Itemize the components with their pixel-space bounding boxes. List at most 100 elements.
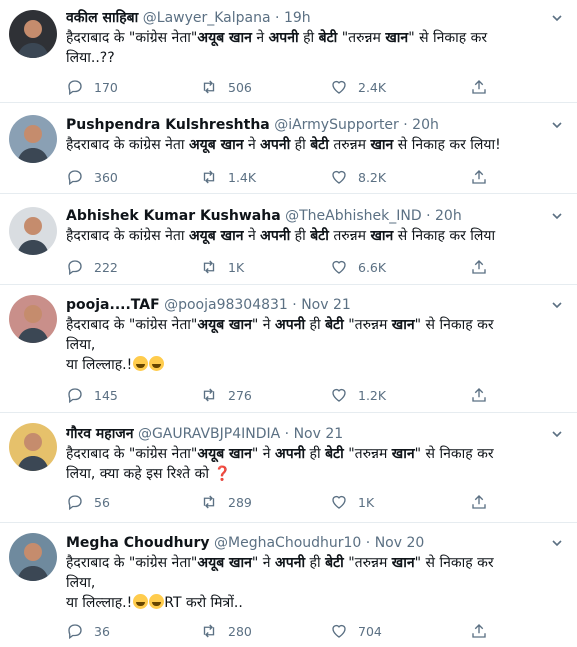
chevron-down-icon[interactable] bbox=[551, 299, 563, 311]
avatar[interactable] bbox=[9, 10, 57, 58]
timestamp[interactable]: 19h bbox=[284, 10, 311, 26]
bold-text: अयूब खान bbox=[197, 446, 252, 462]
chevron-down-icon[interactable] bbox=[551, 119, 563, 131]
separator-dot: · bbox=[284, 426, 290, 442]
bold-text: अपनी bbox=[275, 317, 306, 333]
bold-text: खान bbox=[391, 317, 415, 333]
tweet[interactable]: गौरव महाजन @GAURAVBJP4INDIA · Nov 21 हैद… bbox=[0, 413, 577, 523]
tweet[interactable]: Pushpendra Kulshreshtha @iArmySupporter … bbox=[0, 103, 577, 194]
chevron-down-icon[interactable] bbox=[551, 12, 563, 24]
share-button[interactable] bbox=[470, 76, 498, 98]
retweet-button[interactable]: 276 bbox=[200, 384, 252, 406]
text-segment: ही bbox=[290, 228, 311, 244]
handle[interactable]: @iArmySupporter bbox=[274, 117, 399, 133]
like-icon bbox=[332, 624, 346, 638]
like-button[interactable]: 1K bbox=[330, 491, 374, 513]
text-segment: से निकाह कर लिया bbox=[393, 228, 496, 244]
retweet-icon bbox=[203, 624, 215, 638]
display-name[interactable]: वकील साहिबा bbox=[66, 10, 138, 26]
display-name[interactable]: Abhishek Kumar Kushwaha bbox=[66, 208, 281, 224]
reply-button[interactable]: 145 bbox=[66, 384, 118, 406]
chevron-down-icon[interactable] bbox=[551, 210, 563, 222]
tweet-text-line: हैदराबाद के कांग्रेस नेता अयूब खान ने अप… bbox=[66, 226, 565, 246]
tweet-text-line: लिया, bbox=[66, 573, 565, 593]
share-button[interactable] bbox=[470, 166, 498, 188]
text-segment: ही bbox=[298, 30, 319, 46]
separator-dot: · bbox=[426, 208, 431, 224]
text-segment: हैदराबाद के "कांग्रेस नेता" bbox=[66, 30, 198, 46]
tweet-text-line: लिया, क्या कहे इस रिश्ते को ❓ bbox=[66, 464, 565, 484]
text-segment: "तरुन्नम bbox=[343, 317, 392, 333]
bold-text: अयूब खान bbox=[197, 317, 252, 333]
retweet-button[interactable]: 1.4K bbox=[200, 166, 256, 188]
timestamp[interactable]: Nov 21 bbox=[301, 297, 351, 313]
action-bar: 360 1.4K 8.2K bbox=[66, 166, 506, 188]
text-segment: हैदराबाद के "कांग्रेस नेता" bbox=[66, 317, 198, 333]
reply-button[interactable]: 56 bbox=[66, 491, 110, 513]
retweet-button[interactable]: 280 bbox=[200, 620, 252, 642]
timestamp[interactable]: Nov 20 bbox=[375, 535, 425, 551]
timestamp[interactable]: Nov 21 bbox=[294, 426, 344, 442]
share-button[interactable] bbox=[470, 620, 498, 642]
handle[interactable]: @Lawyer_Kalpana bbox=[143, 10, 271, 26]
retweet-button[interactable]: 1K bbox=[200, 256, 244, 278]
timestamp[interactable]: 20h bbox=[412, 117, 439, 133]
chevron-down-icon[interactable] bbox=[551, 428, 563, 440]
like-button[interactable]: 2.4K bbox=[330, 76, 386, 98]
bold-text: खान bbox=[370, 137, 394, 153]
reply-count: 36 bbox=[94, 623, 110, 639]
tweet-text-line: हैदराबाद के "कांग्रेस नेता"अयूब खान" ने … bbox=[66, 553, 565, 573]
text-segment: तरुन्नम bbox=[328, 137, 371, 153]
display-name[interactable]: गौरव महाजन bbox=[66, 426, 133, 442]
share-icon bbox=[472, 495, 486, 509]
retweet-icon bbox=[203, 495, 215, 509]
retweet-button[interactable]: 289 bbox=[200, 491, 252, 513]
chevron-down-icon[interactable] bbox=[551, 537, 563, 549]
reply-button[interactable]: 36 bbox=[66, 620, 110, 642]
reply-button[interactable]: 222 bbox=[66, 256, 118, 278]
share-button[interactable] bbox=[470, 384, 498, 406]
like-button[interactable]: 6.6K bbox=[330, 256, 386, 278]
avatar[interactable] bbox=[9, 423, 57, 471]
separator-dot: · bbox=[403, 117, 408, 133]
tweet[interactable]: वकील साहिबा @Lawyer_Kalpana · 19h हैदराब… bbox=[0, 0, 577, 103]
text-segment: हैदराबाद के कांग्रेस नेता bbox=[66, 137, 189, 153]
avatar[interactable] bbox=[9, 533, 57, 581]
action-bar: 36 280 704 bbox=[66, 620, 506, 642]
share-button[interactable] bbox=[470, 256, 498, 278]
text-segment: ही bbox=[305, 446, 326, 462]
handle[interactable]: @MeghaChoudhur10 bbox=[214, 535, 361, 551]
handle[interactable]: @GAURAVBJP4INDIA bbox=[138, 426, 280, 442]
reply-button[interactable]: 170 bbox=[66, 76, 118, 98]
display-name[interactable]: Pushpendra Kulshreshtha bbox=[66, 117, 270, 133]
handle[interactable]: @pooja98304831 bbox=[164, 297, 288, 313]
timestamp[interactable]: 20h bbox=[435, 208, 462, 224]
rofl-emoji bbox=[149, 356, 165, 371]
reply-button[interactable]: 360 bbox=[66, 166, 118, 188]
like-button[interactable]: 704 bbox=[330, 620, 382, 642]
share-button[interactable] bbox=[470, 491, 498, 513]
avatar-image bbox=[9, 207, 57, 255]
tweet-text-line: हैदराबाद के कांग्रेस नेता अयूब खान ने अप… bbox=[66, 135, 565, 155]
like-icon bbox=[332, 388, 346, 402]
bold-text: अयूब खान bbox=[197, 30, 252, 46]
avatar[interactable] bbox=[9, 207, 57, 255]
avatar[interactable] bbox=[9, 295, 57, 343]
avatar[interactable] bbox=[9, 115, 57, 163]
like-button[interactable]: 8.2K bbox=[330, 166, 386, 188]
like-button[interactable]: 1.2K bbox=[330, 384, 386, 406]
share-icon bbox=[472, 260, 486, 274]
text-segment: " से निकाह कर bbox=[414, 555, 494, 571]
tweet[interactable]: Abhishek Kumar Kushwaha @TheAbhishek_IND… bbox=[0, 194, 577, 285]
display-name[interactable]: Megha Choudhury bbox=[66, 535, 210, 551]
tweet-text-line: हैदराबाद के "कांग्रेस नेता"अयूब खान" ने … bbox=[66, 444, 565, 464]
display-name[interactable]: pooja....TAF bbox=[66, 297, 160, 313]
tweet[interactable]: pooja....TAF @pooja98304831 · Nov 21 हैद… bbox=[0, 285, 577, 413]
reply-count: 145 bbox=[94, 387, 118, 403]
bold-text: अयूब खान bbox=[197, 555, 252, 571]
handle[interactable]: @TheAbhishek_IND bbox=[285, 208, 422, 224]
tweet[interactable]: Megha Choudhury @MeghaChoudhur10 · Nov 2… bbox=[0, 523, 577, 647]
retweet-button[interactable]: 506 bbox=[200, 76, 252, 98]
text-segment: ने bbox=[251, 30, 269, 46]
bold-text: बेटी bbox=[310, 137, 329, 153]
